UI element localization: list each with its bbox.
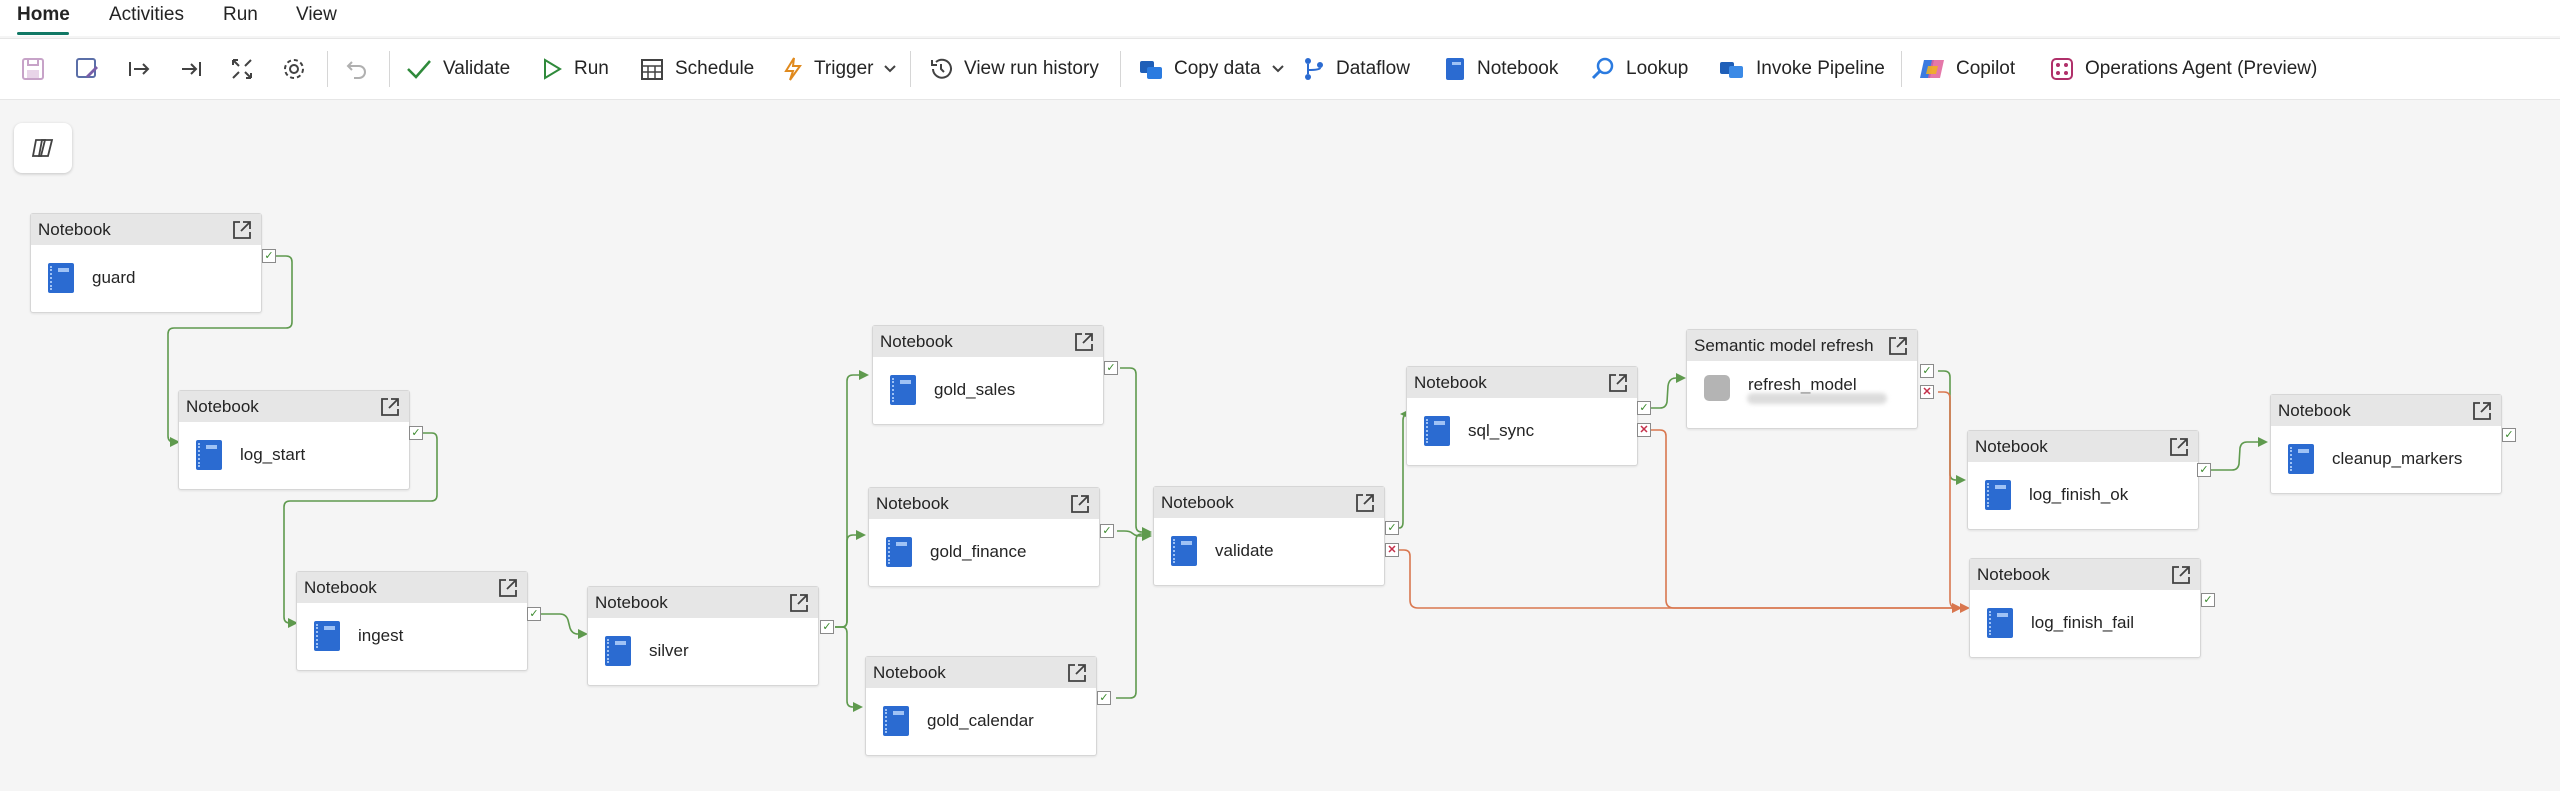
edge-ingest-silver — [540, 613, 588, 639]
notebook-icon — [48, 263, 74, 293]
activity-type-label: Notebook — [1975, 436, 2048, 456]
activity-name: cleanup_markers — [2332, 449, 2463, 468]
redacted-detail — [1747, 393, 1887, 404]
open-external-icon[interactable] — [497, 577, 519, 599]
activity-name: gold_finance — [930, 542, 1027, 561]
open-external-icon[interactable] — [1066, 662, 1088, 684]
notebook-icon — [196, 440, 222, 470]
open-external-icon[interactable] — [1069, 493, 1091, 515]
edge-silver-gold-sales — [835, 370, 869, 628]
activity-node-validate[interactable]: Notebook validate — [1153, 486, 1385, 586]
activity-name: gold_calendar — [927, 711, 1034, 730]
activity-type-label: Notebook — [1977, 564, 2050, 584]
edge-gold-calendar-validate — [1116, 529, 1152, 699]
activity-node-sql-sync[interactable]: Notebook sql_sync — [1406, 366, 1638, 466]
activity-node-log-finish-fail[interactable]: Notebook log_finish_fail — [1969, 558, 2201, 658]
activity-name: log_start — [240, 445, 306, 464]
success-port-gold-sales[interactable]: ✓ — [1104, 361, 1118, 375]
success-port-log-finish-ok[interactable]: ✓ — [2197, 463, 2211, 477]
open-external-icon[interactable] — [2170, 564, 2192, 586]
activity-type-label: Notebook — [876, 493, 949, 513]
activity-node-gold-calendar[interactable]: Notebook gold_calendar — [865, 656, 1097, 756]
open-external-icon[interactable] — [231, 219, 253, 241]
success-port-guard[interactable]: ✓ — [262, 249, 276, 263]
activity-node-gold-finance[interactable]: Notebook gold_finance — [868, 487, 1100, 587]
activity-name: silver — [649, 641, 689, 660]
notebook-icon — [2288, 444, 2314, 474]
success-port-log-finish-fail[interactable]: ✓ — [2201, 593, 2215, 607]
notebook-icon — [1985, 480, 2011, 510]
notebook-icon — [605, 636, 631, 666]
activity-type-label: Notebook — [873, 662, 946, 682]
open-external-icon[interactable] — [788, 592, 810, 614]
activity-node-log-finish-ok[interactable]: Notebook log_finish_ok — [1967, 430, 2199, 530]
activity-name: log_finish_fail — [2031, 613, 2135, 632]
notebook-icon — [890, 375, 916, 405]
open-external-icon[interactable] — [1607, 372, 1629, 394]
open-external-icon[interactable] — [2168, 436, 2190, 458]
success-port-cleanup-markers[interactable]: ✓ — [2502, 428, 2516, 442]
open-external-icon[interactable] — [1354, 492, 1376, 514]
activity-name: validate — [1215, 541, 1274, 560]
activity-node-ingest[interactable]: Notebook ingest — [296, 571, 528, 671]
open-external-icon[interactable] — [2471, 400, 2493, 422]
notebook-icon — [1987, 608, 2013, 638]
notebook-icon — [1171, 536, 1197, 566]
edge-sql-sync-log-finish-fail — [1648, 429, 1962, 613]
success-port-refresh-model[interactable]: ✓ — [1920, 364, 1934, 378]
activity-name: gold_sales — [934, 380, 1016, 399]
success-port-log-start[interactable]: ✓ — [409, 426, 423, 440]
success-port-ingest[interactable]: ✓ — [527, 607, 541, 621]
activity-node-gold-sales[interactable]: Notebook gold_sales — [872, 325, 1104, 425]
edge-gold-sales-validate — [1120, 367, 1152, 537]
activity-type-label: Notebook — [1414, 372, 1487, 392]
activity-name: log_finish_ok — [2029, 485, 2129, 504]
activity-node-cleanup-markers[interactable]: Notebook cleanup_markers — [2270, 394, 2502, 494]
edge-silver-gold-finance — [835, 530, 866, 628]
notebook-icon — [886, 537, 912, 567]
success-port-validate[interactable]: ✓ — [1385, 521, 1399, 535]
activity-type-label: Notebook — [38, 219, 111, 239]
success-port-gold-finance[interactable]: ✓ — [1100, 524, 1114, 538]
activity-type-label: Notebook — [186, 396, 259, 416]
edge-validate-log-finish-fail — [1399, 549, 1962, 613]
notebook-icon — [1424, 416, 1450, 446]
activity-name: sql_sync — [1468, 421, 1535, 440]
edge-refresh-model-log-finish-ok — [1938, 370, 1966, 485]
open-external-icon[interactable] — [1073, 331, 1095, 353]
activity-type-label: Notebook — [595, 592, 668, 612]
activity-type-label: Notebook — [1161, 492, 1234, 512]
activity-type-label: Notebook — [304, 577, 377, 597]
activity-node-silver[interactable]: Notebook silver — [587, 586, 819, 686]
activity-name: guard — [92, 268, 136, 287]
failure-port-refresh-model[interactable]: ✕ — [1920, 385, 1934, 399]
activity-node-guard[interactable]: Notebook guard — [30, 213, 262, 313]
activity-node-log-start[interactable]: Notebook log_start — [178, 390, 410, 490]
notebook-icon — [883, 706, 909, 736]
activity-type-label: Semantic model refresh — [1694, 335, 1874, 355]
edge-silver-gold-calendar — [835, 626, 863, 712]
open-external-icon[interactable] — [379, 396, 401, 418]
activity-type-label: Notebook — [2278, 400, 2351, 420]
notebook-icon — [314, 621, 340, 651]
semantic-model-icon — [1704, 375, 1730, 401]
success-port-sql-sync[interactable]: ✓ — [1637, 401, 1651, 415]
edge-sql-sync-refresh-model — [1648, 373, 1686, 409]
failure-port-sql-sync[interactable]: ✕ — [1637, 423, 1651, 437]
open-external-icon[interactable] — [1887, 335, 1909, 357]
activity-node-refresh-model[interactable]: Semantic model refresh refresh_model — [1686, 329, 1918, 429]
activity-type-label: Notebook — [880, 331, 953, 351]
edge-log-finish-ok-cleanup-markers — [2204, 437, 2268, 471]
failure-port-validate[interactable]: ✕ — [1385, 543, 1399, 557]
success-port-gold-calendar[interactable]: ✓ — [1097, 691, 1111, 705]
edge-refresh-model-log-finish-fail — [1938, 391, 1970, 613]
activity-name: ingest — [358, 626, 404, 645]
success-port-silver[interactable]: ✓ — [820, 620, 834, 634]
activity-name: refresh_model — [1748, 375, 1857, 394]
